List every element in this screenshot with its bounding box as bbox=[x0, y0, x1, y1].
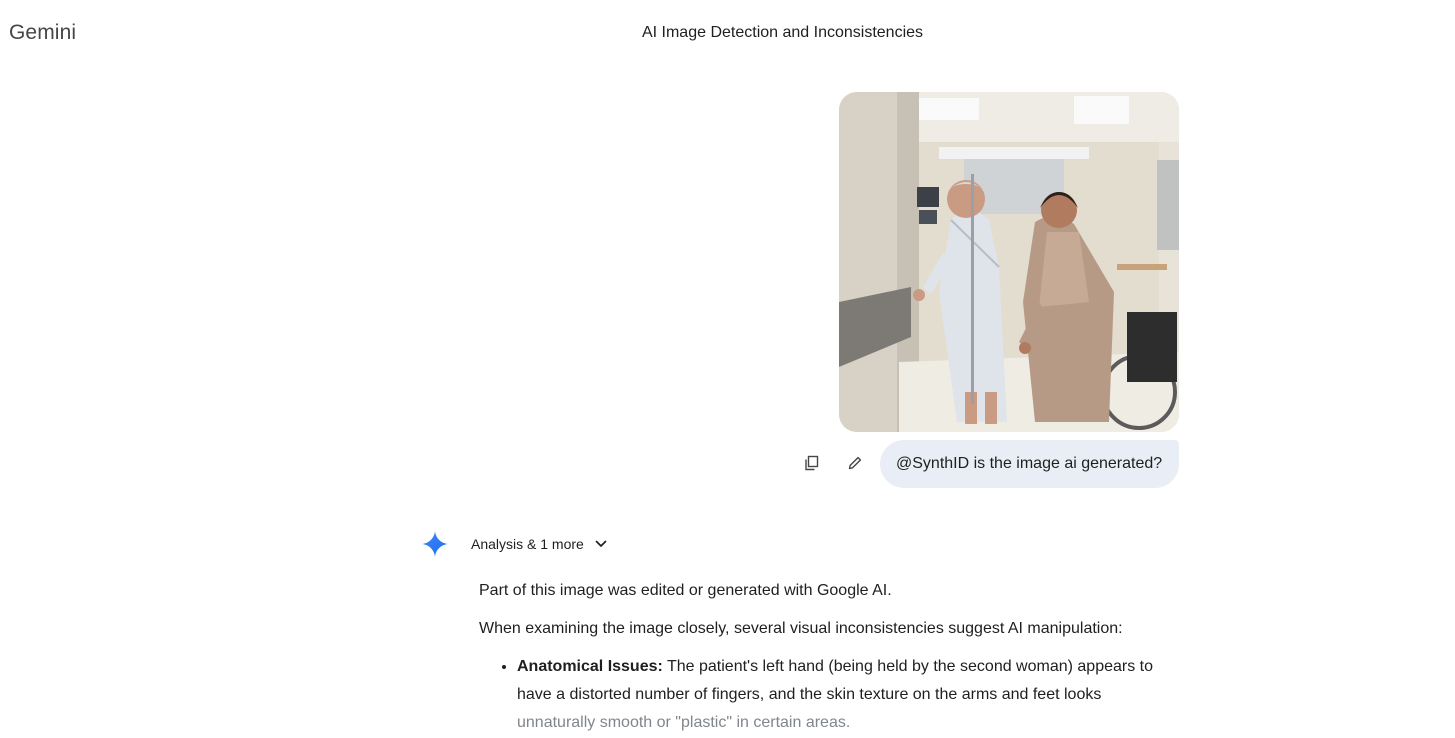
user-prompt-bubble: @SynthID is the image ai generated? bbox=[880, 440, 1179, 488]
uploaded-image[interactable] bbox=[839, 92, 1179, 432]
thoughts-label: Analysis & 1 more bbox=[471, 536, 584, 552]
chevron-down-icon bbox=[595, 540, 607, 547]
response-paragraph: Part of this image was edited or generat… bbox=[479, 582, 892, 599]
copy-icon bbox=[805, 455, 819, 471]
response-bullet-list: Anatomical Issues: The patient's left ha… bbox=[479, 653, 1179, 737]
model-response: Part of this image was edited or generat… bbox=[479, 577, 1179, 737]
hospital-photo bbox=[839, 92, 1179, 432]
copy-prompt-button[interactable] bbox=[796, 447, 828, 479]
conversation-title: AI Image Detection and Inconsistencies bbox=[641, 24, 924, 41]
show-thinking-toggle[interactable]: Analysis & 1 more bbox=[471, 533, 608, 555]
list-item: Anatomical Issues: The patient's left ha… bbox=[517, 653, 1179, 737]
bullet-title: Anatomical Issues: bbox=[517, 658, 663, 675]
bullet-text-faded: unnaturally smooth or "plastic" in certa… bbox=[517, 714, 851, 731]
edit-prompt-button[interactable] bbox=[839, 447, 871, 479]
pencil-icon bbox=[848, 456, 862, 470]
gemini-sparkle-icon bbox=[422, 531, 448, 557]
user-prompt-text: @SynthID is the image ai generated? bbox=[896, 455, 1163, 472]
response-paragraph: When examining the image closely, severa… bbox=[479, 620, 1123, 637]
gemini-app: Gemini AI Image Detection and Inconsiste… bbox=[0, 0, 1455, 738]
